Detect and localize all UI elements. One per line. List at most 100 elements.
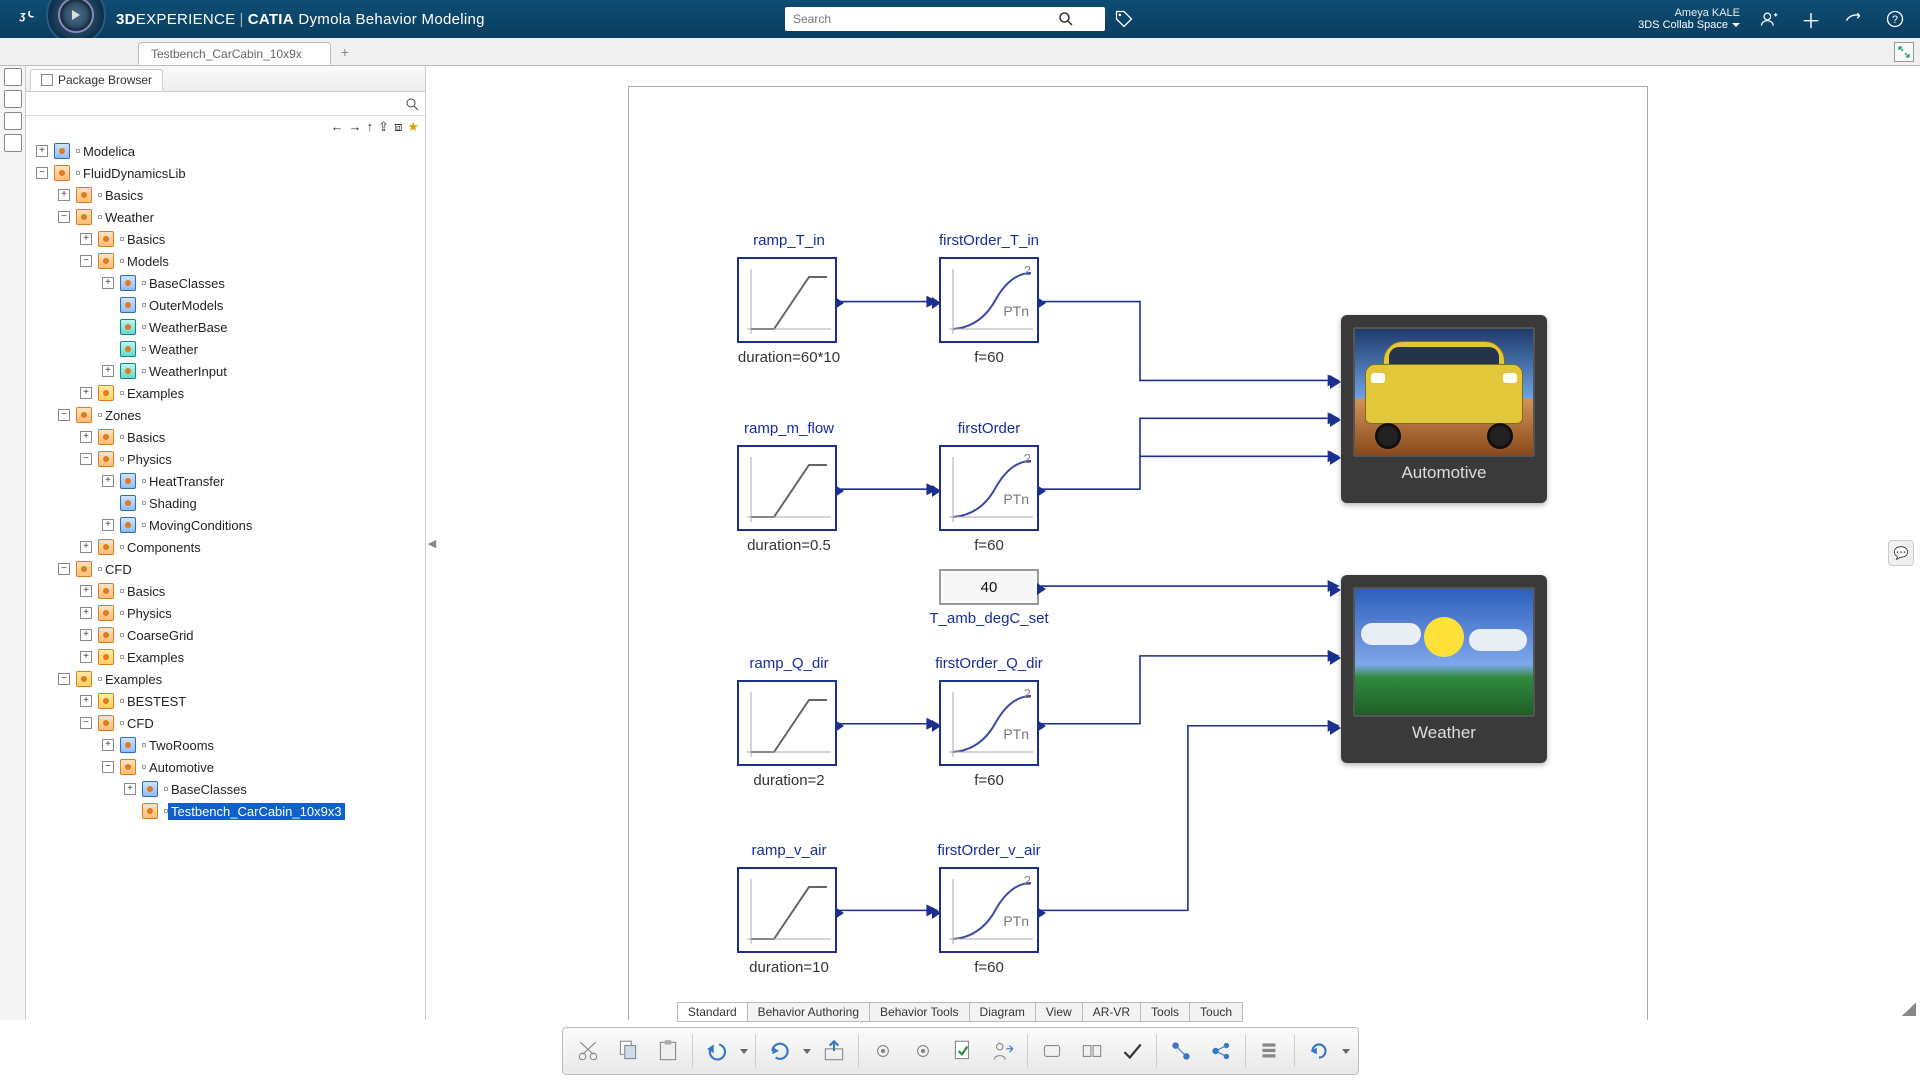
expand-icon[interactable]: + <box>102 739 114 751</box>
firstOrder-T-in-block[interactable]: 2 PTn <box>939 257 1039 343</box>
firstOrder-Q-dir-block[interactable]: 2 PTn <box>939 680 1039 766</box>
tag-icon[interactable] <box>1113 8 1135 30</box>
bottom-tab-standard[interactable]: Standard <box>678 1003 748 1021</box>
ds-logo[interactable]: ᶾᔈ <box>12 5 40 33</box>
tree-item[interactable]: −Examples <box>26 668 425 690</box>
tree-item[interactable]: Weather <box>26 338 425 360</box>
nav-lock-icon[interactable]: ⧈ <box>394 119 402 135</box>
tree-item[interactable]: +Components <box>26 536 425 558</box>
expand-icon[interactable]: + <box>58 189 70 201</box>
tree-item[interactable]: −CFD <box>26 712 425 734</box>
tree-item[interactable]: OuterModels <box>26 294 425 316</box>
gear2-button[interactable] <box>904 1032 942 1070</box>
dropdown-caret-icon[interactable] <box>801 1049 813 1054</box>
nav-back-icon[interactable]: ← <box>331 119 344 135</box>
tree-item[interactable]: WeatherBase <box>26 316 425 338</box>
package-browser-tab[interactable]: Package Browser <box>30 69 163 91</box>
check-button[interactable] <box>1113 1032 1151 1070</box>
expand-icon[interactable]: + <box>80 607 92 619</box>
tree-item[interactable]: +Basics <box>26 580 425 602</box>
tree-item[interactable]: −FluidDynamicsLib <box>26 162 425 184</box>
expand-icon[interactable]: + <box>102 475 114 487</box>
expand-icon[interactable]: + <box>80 541 92 553</box>
expand-icon[interactable]: + <box>102 365 114 377</box>
tree-item[interactable]: +Basics <box>26 184 425 206</box>
bottom-tab-touch[interactable]: Touch <box>1190 1003 1242 1021</box>
search-small-icon[interactable] <box>405 97 419 111</box>
check-doc-button[interactable] <box>944 1032 982 1070</box>
firstOrder-v-air-block[interactable]: 2 PTn <box>939 867 1039 953</box>
tree-item[interactable]: +BaseClasses <box>26 272 425 294</box>
tree-item[interactable]: Testbench_CarCabin_10x9x3 <box>26 800 425 822</box>
rail-icon-2[interactable] <box>4 90 22 108</box>
bottom-tab-behavior-authoring[interactable]: Behavior Authoring <box>748 1003 870 1021</box>
export-button[interactable] <box>815 1032 853 1070</box>
gear1-button[interactable] <box>864 1032 902 1070</box>
ramp-Q-dir-block[interactable] <box>737 680 837 766</box>
rect-split-button[interactable] <box>1073 1032 1111 1070</box>
flow2-button[interactable] <box>1202 1032 1240 1070</box>
diagram-canvas[interactable]: ramp_T_in duration=60*10 firstOrder_T_in… <box>438 66 1920 1020</box>
collapse-sidebar-button[interactable]: ◀ <box>426 66 438 1020</box>
collapse-icon[interactable]: − <box>58 409 70 421</box>
bottom-tab-tools[interactable]: Tools <box>1141 1003 1190 1021</box>
collapse-icon[interactable]: − <box>58 563 70 575</box>
tree-item[interactable]: +Modelica <box>26 140 425 162</box>
tree-item[interactable]: −CFD <box>26 558 425 580</box>
stack-button[interactable] <box>1251 1032 1289 1070</box>
tree-item[interactable]: +WeatherInput <box>26 360 425 382</box>
bottom-tab-behavior-tools[interactable]: Behavior Tools <box>870 1003 970 1021</box>
rect-button[interactable] <box>1033 1032 1071 1070</box>
tree-item[interactable]: +MovingConditions <box>26 514 425 536</box>
cycle-button[interactable] <box>1300 1032 1338 1070</box>
collapse-icon[interactable]: − <box>80 453 92 465</box>
weather-component[interactable]: Weather <box>1341 575 1547 763</box>
ramp-T-in-block[interactable] <box>737 257 837 343</box>
expand-icon[interactable]: + <box>80 585 92 597</box>
collapse-icon[interactable]: − <box>58 673 70 685</box>
document-tab[interactable]: Testbench_CarCabin_10x9x <box>138 42 331 65</box>
rail-icon-1[interactable] <box>4 68 22 86</box>
new-tab-button[interactable]: + <box>331 38 359 65</box>
tree-item[interactable]: +Examples <box>26 382 425 404</box>
share-icon[interactable] <box>1840 6 1866 32</box>
expand-icon[interactable]: + <box>102 519 114 531</box>
expand-icon[interactable]: + <box>80 651 92 663</box>
expand-icon[interactable]: + <box>124 783 136 795</box>
rail-icon-3[interactable] <box>4 112 22 130</box>
dropdown-caret-icon[interactable] <box>738 1049 750 1054</box>
collapse-icon[interactable]: − <box>36 167 48 179</box>
expand-icon[interactable]: + <box>80 695 92 707</box>
bottom-tab-view[interactable]: View <box>1036 1003 1083 1021</box>
undo-button[interactable] <box>698 1032 736 1070</box>
person-arrow-button[interactable] <box>984 1032 1022 1070</box>
search-icon[interactable] <box>1057 10 1075 28</box>
nav-up-icon[interactable]: ↑ <box>367 119 374 135</box>
chat-icon[interactable]: 💬 <box>1888 540 1914 566</box>
tree-item[interactable]: +CoarseGrid <box>26 624 425 646</box>
expand-icon[interactable]: + <box>80 233 92 245</box>
tree-item[interactable]: −Physics <box>26 448 425 470</box>
tree-item[interactable]: +HeatTransfer <box>26 470 425 492</box>
help-icon[interactable]: ? <box>1882 6 1908 32</box>
tree-item[interactable]: +BaseClasses <box>26 778 425 800</box>
tree-item[interactable]: +Basics <box>26 426 425 448</box>
collapse-icon[interactable]: − <box>80 255 92 267</box>
tree-item[interactable]: Shading <box>26 492 425 514</box>
refresh-button[interactable] <box>761 1032 799 1070</box>
expand-icon[interactable]: + <box>102 277 114 289</box>
restore-window-icon[interactable] <box>1894 42 1914 62</box>
user-block[interactable]: Ameya KALE 3DS Collab Space <box>1638 7 1740 31</box>
expand-icon[interactable]: + <box>80 629 92 641</box>
tree-item[interactable]: −Models <box>26 250 425 272</box>
tree-item[interactable]: +Physics <box>26 602 425 624</box>
collapse-icon[interactable]: − <box>102 761 114 773</box>
rail-icon-4[interactable] <box>4 134 22 152</box>
ramp-v-air-block[interactable] <box>737 867 837 953</box>
collapse-icon[interactable]: − <box>80 717 92 729</box>
bottom-tab-diagram[interactable]: Diagram <box>970 1003 1036 1021</box>
tree-item[interactable]: +Basics <box>26 228 425 250</box>
plus-icon[interactable]: ＋ <box>1798 6 1824 32</box>
expand-icon[interactable]: + <box>80 431 92 443</box>
firstOrder-block[interactable]: 2 PTn <box>939 445 1039 531</box>
